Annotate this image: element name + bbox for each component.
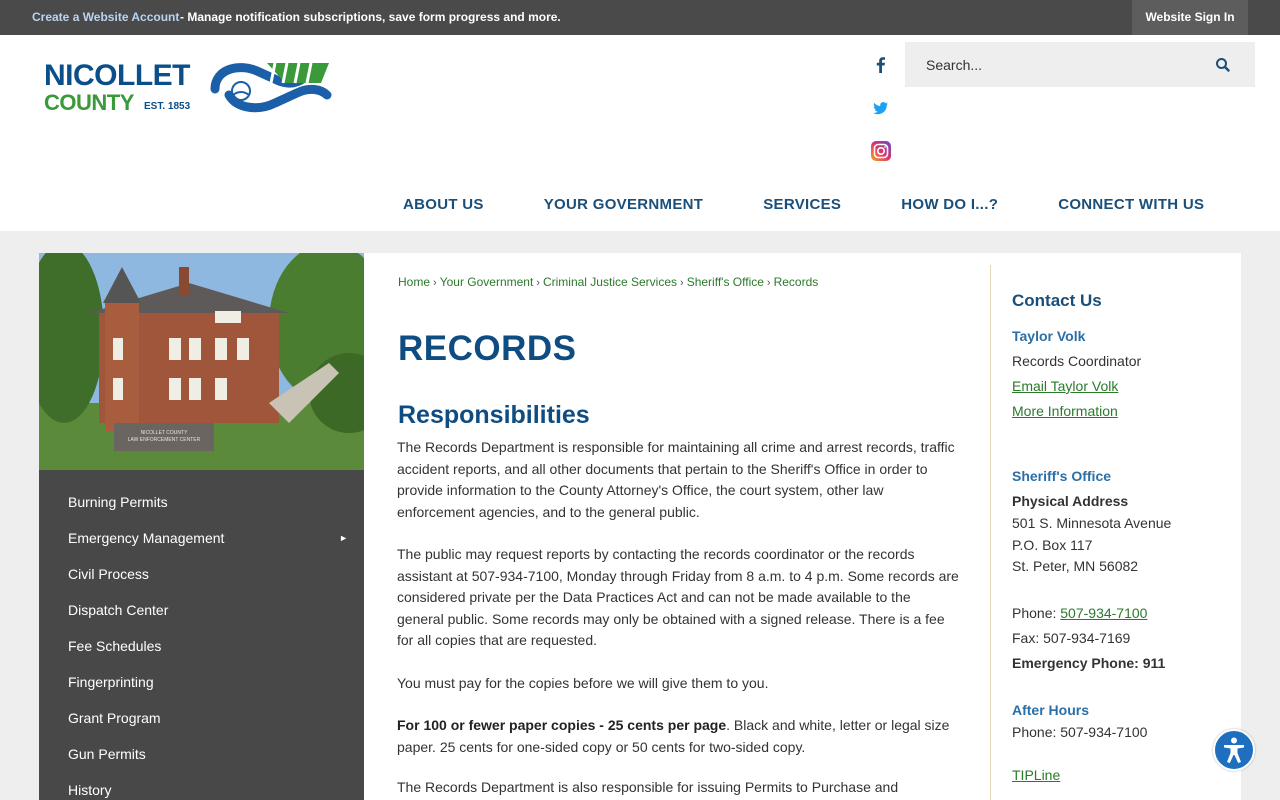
- logo-mark-icon: [210, 62, 332, 113]
- sidebar-item-label: Gun Permits: [68, 746, 146, 762]
- copy-pricing-bold: For 100 or fewer paper copies - 25 cents…: [397, 717, 727, 733]
- nav-how-do-i[interactable]: HOW DO I...?: [871, 187, 1028, 223]
- nav-your-government[interactable]: YOUR GOVERNMENT: [514, 187, 734, 223]
- submenu-arrow-icon[interactable]: ►: [339, 520, 348, 556]
- logo-text-nicollet: NICOLLET: [44, 59, 191, 92]
- twitter-icon[interactable]: [868, 95, 894, 121]
- sidebar-item-label: Emergency Management: [68, 530, 225, 546]
- search-input[interactable]: [905, 42, 1205, 87]
- site-search: [905, 42, 1255, 87]
- main-navigation: ABOUT US YOUR GOVERNMENT SERVICES HOW DO…: [373, 187, 1234, 223]
- sidebar-item-history[interactable]: History: [39, 772, 364, 800]
- nav-about-us[interactable]: ABOUT US: [373, 187, 514, 223]
- phone-label: Phone:: [1012, 605, 1061, 621]
- sidebar-item-label: Grant Program: [68, 710, 161, 726]
- after-hours-heading: After Hours: [1012, 702, 1090, 718]
- breadcrumb-separator: ›: [433, 277, 437, 289]
- paragraph-public-requests: The public may request reports by contac…: [397, 546, 959, 648]
- physical-address-label: Physical Address: [1012, 493, 1129, 509]
- logo-text-county: COUNTY: [44, 90, 134, 115]
- website-sign-in-button[interactable]: Website Sign In: [1132, 0, 1248, 35]
- after-hours-phone: Phone: 507-934-7100: [1012, 724, 1148, 740]
- sidebar-item-gun-permits[interactable]: Gun Permits: [39, 736, 364, 772]
- paragraph-payment: You must pay for the copies before we wi…: [397, 675, 769, 691]
- sidebar-item-emergency-management[interactable]: Emergency Management ►: [39, 520, 364, 556]
- address-line3: St. Peter, MN 56082: [1012, 558, 1139, 574]
- facebook-icon[interactable]: [868, 52, 894, 78]
- photo-sign-line2: LAW ENFORCEMENT CENTER: [128, 437, 201, 443]
- breadcrumb-your-government[interactable]: Your Government: [440, 275, 534, 289]
- breadcrumb-home[interactable]: Home: [398, 275, 430, 289]
- sidebar-item-dispatch-center[interactable]: Dispatch Center: [39, 592, 364, 628]
- fax-number: Fax: 507-934-7169: [1012, 630, 1131, 646]
- address-line2: P.O. Box 117: [1012, 537, 1093, 553]
- emergency-phone: Emergency Phone: 911: [1012, 655, 1166, 671]
- create-account-description: - Manage notification subscriptions, sav…: [180, 10, 561, 24]
- sidebar-navigation: Burning Permits Emergency Management ► Ci…: [39, 470, 364, 800]
- law-enforcement-center-photo: NICOLLET COUNTY LAW ENFORCEMENT CENTER: [39, 253, 364, 470]
- create-account-link[interactable]: Create a Website Account: [32, 10, 179, 24]
- nav-connect-with-us[interactable]: CONNECT WITH US: [1028, 187, 1234, 223]
- sidebar-item-label: Civil Process: [68, 566, 149, 582]
- breadcrumb-separator: ›: [680, 277, 684, 289]
- sidebar-item-fee-schedules[interactable]: Fee Schedules: [39, 628, 364, 664]
- sidebar-item-label: Fee Schedules: [68, 638, 162, 654]
- address-line1: 501 S. Minnesota Avenue: [1012, 515, 1172, 531]
- paragraph-copy-pricing: For 100 or fewer paper copies - 25 cents…: [397, 715, 959, 758]
- sidebar-item-fingerprinting[interactable]: Fingerprinting: [39, 664, 364, 700]
- sidebar-item-label: Dispatch Center: [68, 602, 169, 618]
- accessibility-icon[interactable]: [1213, 729, 1255, 771]
- email-contact-link[interactable]: Email Taylor Volk: [1012, 378, 1118, 394]
- section-title-responsibilities: Responsibilities: [398, 401, 590, 429]
- breadcrumb: Home › Your Government › Criminal Justice Se…: [398, 275, 818, 289]
- sidebar-item-civil-process[interactable]: Civil Process: [39, 556, 364, 592]
- contact-name: Taylor Volk: [1012, 328, 1086, 344]
- contact-us-heading: Contact Us: [1012, 291, 1102, 310]
- paragraph-records-department: The Records Department is responsible fo…: [397, 439, 955, 520]
- photo-sign-line1: NICOLLET COUNTY: [141, 430, 189, 436]
- county-logo[interactable]: NICOLLET COUNTY EST. 1853: [44, 59, 336, 119]
- office-name: Sheriff's Office: [1012, 468, 1112, 484]
- breadcrumb-separator: ›: [536, 277, 540, 289]
- column-divider: [990, 265, 991, 800]
- site-header: NICOLLET COUNTY EST. 1853 Search... ABOU…: [0, 35, 1280, 231]
- breadcrumb-criminal-justice[interactable]: Criminal Justice Services: [543, 275, 677, 289]
- logo-text-est: EST. 1853: [144, 101, 191, 112]
- tipline-link[interactable]: TIPLine: [1012, 767, 1060, 783]
- sidebar-item-label: History: [68, 782, 112, 798]
- phone-row: Phone: 507-934-7100: [1012, 605, 1147, 621]
- sidebar-item-label: Burning Permits: [68, 494, 168, 510]
- sidebar-item-grant-program[interactable]: Grant Program: [39, 700, 364, 736]
- page-title: RECORDS: [398, 329, 577, 368]
- sidebar-item-label: Fingerprinting: [68, 674, 154, 690]
- contact-role: Records Coordinator: [1012, 353, 1142, 369]
- more-information-link[interactable]: More Information: [1012, 403, 1118, 419]
- phone-link[interactable]: 507-934-7100: [1060, 605, 1147, 621]
- paragraph-permits: The Records Department is also responsib…: [397, 779, 899, 795]
- top-bar: Create a Website Account - Manage notifi…: [0, 0, 1280, 35]
- main-content: Home › Your Government › Criminal Justice Se…: [364, 253, 1241, 800]
- search-icon[interactable]: [1213, 55, 1233, 75]
- nav-services[interactable]: SERVICES: [733, 187, 871, 223]
- breadcrumb-separator: ›: [766, 277, 771, 289]
- breadcrumb-records[interactable]: Records: [774, 275, 819, 289]
- instagram-icon[interactable]: [868, 138, 894, 164]
- breadcrumb-sheriffs-office[interactable]: Sheriff's Office: [687, 275, 764, 289]
- sidebar-item-burning-permits[interactable]: Burning Permits: [39, 484, 364, 520]
